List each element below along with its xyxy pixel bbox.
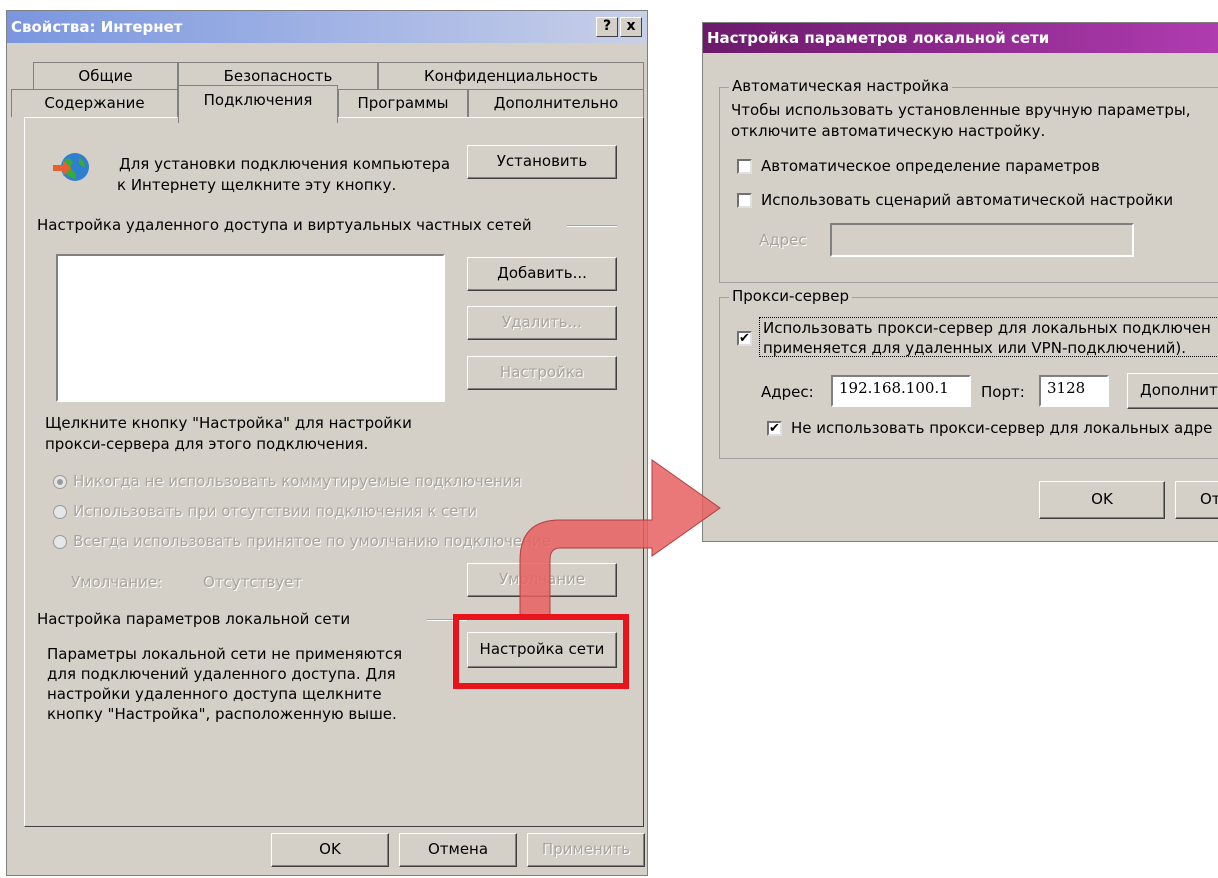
lan-settings-dialog: Настройка параметров локальной сети Авто… xyxy=(702,22,1218,542)
default-label: Умолчание: xyxy=(71,573,163,591)
auto-detect-label: Автоматическое определение параметров xyxy=(761,157,1100,175)
tab-general[interactable]: Общие xyxy=(33,62,178,90)
remove-button[interactable]: Удалить... xyxy=(467,306,617,340)
radio-always-dial-default[interactable] xyxy=(53,535,67,549)
proxy-hint-1: Щелкните кнопку "Настройка" для настройк… xyxy=(45,414,412,432)
setup-text-2: к Интернету щелкните эту кнопку. xyxy=(117,176,397,194)
lan-ok-button[interactable]: OK xyxy=(1039,481,1165,519)
setup-button[interactable]: Установить xyxy=(467,145,617,179)
script-address-input[interactable] xyxy=(830,223,1134,257)
auto-script-label: Использовать сценарий автоматической нас… xyxy=(761,191,1174,209)
auto-script-checkbox[interactable] xyxy=(737,193,752,208)
close-button[interactable]: x xyxy=(620,17,642,37)
internet-properties-dialog: Свойства: Интернет ? x Общие Безопасност… xyxy=(6,10,648,876)
internet-properties-titlebar: Свойства: Интернет xyxy=(7,11,647,43)
lan-cancel-button[interactable]: От xyxy=(1175,481,1218,519)
script-address-label: Адрес xyxy=(759,231,807,249)
connections-list[interactable] xyxy=(56,254,445,402)
settings-button[interactable]: Настройка xyxy=(467,356,617,390)
lan-settings-button[interactable]: Настройка сети xyxy=(467,632,617,668)
tab-privacy[interactable]: Конфиденциальность xyxy=(378,62,644,90)
proxy-address-label: Адрес: xyxy=(761,383,814,401)
dialup-separator xyxy=(567,225,617,227)
tab-advanced[interactable]: Дополнительно xyxy=(468,89,644,117)
lan-text-1: Параметры локальной сети не применяются xyxy=(47,645,403,663)
port-input[interactable]: 3128 xyxy=(1039,375,1109,407)
tab-content[interactable]: Содержание xyxy=(11,89,178,117)
tab-programs[interactable]: Программы xyxy=(338,89,468,117)
proxy-address-input[interactable]: 192.168.100.1 xyxy=(831,375,971,407)
port-label: Порт: xyxy=(981,383,1025,401)
auto-detect-checkbox[interactable] xyxy=(737,159,752,174)
use-proxy-label-2: применяется для удаленных или VPN-подклю… xyxy=(763,339,1187,357)
lan-text-2: для подключений удаленного доступа. Для xyxy=(47,665,396,683)
radio-dial-when-no-network[interactable] xyxy=(53,505,67,519)
cancel-button[interactable]: Отмена xyxy=(399,833,517,867)
apply-button[interactable]: Применить xyxy=(527,833,645,867)
proxy-group-label: Прокси-сервер xyxy=(729,287,853,305)
lan-text-3: настройки удаленного доступа щелкните xyxy=(47,685,382,703)
dialup-header: Настройка удаленного доступа и виртуальн… xyxy=(37,216,532,234)
internet-properties-title: Свойства: Интернет xyxy=(11,18,183,36)
auto-config-text-1: Чтобы использовать установленные вручную… xyxy=(731,101,1191,119)
add-button[interactable]: Добавить... xyxy=(467,257,617,291)
globe-icon xyxy=(51,149,91,185)
help-button[interactable]: ? xyxy=(596,17,618,37)
use-proxy-label-1: Использовать прокси-сервер для локальных… xyxy=(763,319,1211,337)
default-value: Отсутствует xyxy=(203,573,303,591)
proxy-hint-2: прокси-сервера для этого подключения. xyxy=(45,435,369,453)
lan-header: Настройка параметров локальной сети xyxy=(37,610,351,628)
setup-text-1: Для установки подключения компьютера xyxy=(119,155,451,173)
lan-settings-title: Настройка параметров локальной сети xyxy=(707,29,1050,47)
default-button[interactable]: Умолчание xyxy=(467,563,617,597)
auto-config-text-2: отключите автоматическую настройку. xyxy=(731,122,1046,140)
lan-text-4: кнопку "Настройка", расположенную выше. xyxy=(47,705,397,723)
use-proxy-checkbox[interactable]: ✔ xyxy=(737,331,752,346)
advanced-button[interactable]: Дополните xyxy=(1127,373,1218,409)
bypass-local-label: Не использовать прокси-сервер для локаль… xyxy=(791,419,1213,437)
bypass-local-checkbox[interactable]: ✔ xyxy=(767,421,782,436)
auto-config-label: Автоматическая настройка xyxy=(729,77,953,95)
ok-button[interactable]: OK xyxy=(271,833,389,867)
radio-dial-when-no-network-label: Использовать при отсутствии подключения … xyxy=(73,502,477,520)
lan-settings-titlebar: Настройка параметров локальной сети xyxy=(703,23,1218,53)
radio-never-dial-label: Никогда не использовать коммутируемые по… xyxy=(73,472,522,490)
tab-connections[interactable]: Подключения xyxy=(178,85,338,123)
lan-separator xyxy=(427,619,467,621)
radio-never-dial[interactable] xyxy=(53,475,67,489)
radio-always-dial-default-label: Всегда использовать принятое по умолчани… xyxy=(73,532,551,550)
